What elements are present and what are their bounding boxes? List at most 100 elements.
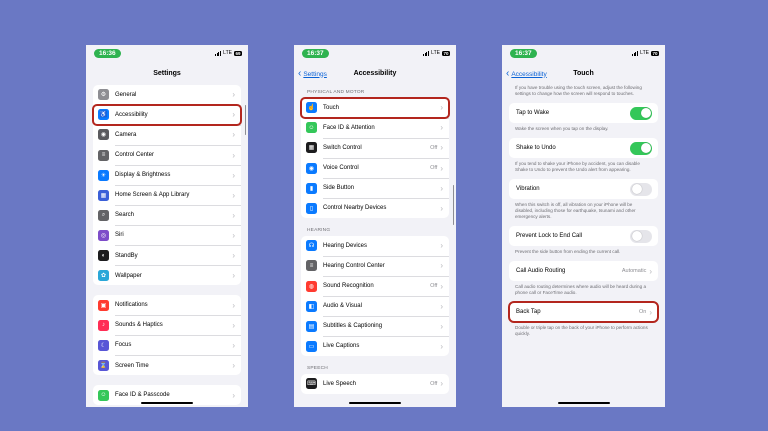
row-general[interactable]: ⚙ General › [93,85,241,105]
chevron-right-icon: › [440,203,443,213]
touch-icon: ☝ [306,102,317,114]
row-label: Back Tap [516,309,541,315]
nav-bar: Settings [86,63,248,85]
row-prevent-lock-to-end-call[interactable]: Prevent Lock to End Call [509,226,658,246]
status-time: 16:37 [510,49,537,58]
row-label: Voice Control [323,165,359,172]
row-label: Accessibility [115,111,148,118]
row-label: Hearing Devices [323,242,368,249]
row-label: Subtitles & Captioning [323,323,383,330]
row-label: Display & Brightness [115,172,171,179]
status-bar: 16:37 LTE 70 [294,45,456,63]
row-label: Screen Time [115,362,149,369]
scrollbar[interactable] [452,185,454,225]
row-back-tap[interactable]: Back Tap On › [508,301,659,323]
row-control-nearby-devices[interactable]: ▯ Control Nearby Devices › [301,198,449,218]
chevron-right-icon: › [232,150,235,160]
chevron-right-icon: › [440,321,443,331]
row-standby[interactable]: ◐ StandBy › [93,246,241,266]
row-side-button[interactable]: ▮ Side Button › [301,178,449,198]
chevron-right-icon: › [232,300,235,310]
page-title: Settings [153,70,181,77]
row-value: Off [430,380,438,387]
row-sounds-and-haptics[interactable]: ♪ Sounds & Haptics › [93,316,241,336]
row-label: Call Audio Routing [516,268,566,274]
row-label: Shake to Undo [516,145,556,151]
focus-icon: ☾ [98,339,109,351]
face-id-icon: ☺ [98,389,109,401]
wallpaper-icon: ✿ [98,270,109,282]
row-voice-control[interactable]: ◉ Voice Control Off › [301,158,449,178]
row-hearing-devices[interactable]: ☊ Hearing Devices › [301,236,449,256]
row-face-id-and-attention[interactable]: ☺ Face ID & Attention › [301,118,449,138]
row-label: General [115,91,137,98]
row-call-audio-routing[interactable]: Call Audio Routing Automatic › [509,261,658,281]
row-audio-and-visual[interactable]: ◧ Audio & Visual › [301,296,449,316]
hearing-devices-icon: ☊ [306,240,317,252]
row-live-captions[interactable]: ▭ Live Captions › [301,337,449,357]
row-shake-to-undo[interactable]: Shake to Undo [509,138,658,158]
row-hearing-control-center[interactable]: ≡ Hearing Control Center › [301,256,449,276]
row-display-and-brightness[interactable]: ☀ Display & Brightness › [93,165,241,185]
row-value: Automatic [621,268,647,274]
row-notifications[interactable]: ▣ Notifications › [93,295,241,315]
row-label: Tap to Wake [516,110,550,116]
page-title: Accessibility [353,70,397,77]
row-touch[interactable]: ☝ Touch › [300,97,450,119]
section-header: HEARING [307,228,331,234]
chevron-right-icon: › [440,241,443,251]
row-screen-time[interactable]: ⌛ Screen Time › [93,356,241,376]
row-label: Audio & Visual [323,303,362,310]
row-label: Live Speech [323,380,357,387]
toggle-switch[interactable] [630,182,652,196]
row-footnote: Wake the screen when you tap on the disp… [515,126,609,131]
chevron-right-icon: › [440,379,443,389]
chevron-right-icon: › [232,130,235,140]
status-bar: 16:37 LTE 70 [502,45,665,63]
toggle-switch[interactable] [630,106,652,120]
row-label: Notifications [115,302,148,309]
settings-group: ⚙ General › ♿ Accessibility › ◉ Camera › ≡ Control… [92,85,242,286]
row-sound-recognition[interactable]: ◍ Sound Recognition Off › [301,276,449,296]
row-search[interactable]: ⌕ Search › [93,206,241,226]
home-screen-icon: ▦ [98,189,109,201]
row-subtitles-and-captioning[interactable]: ▤ Subtitles & Captioning › [301,316,449,336]
chevron-right-icon: › [232,361,235,371]
row-accessibility[interactable]: ♿ Accessibility › [92,104,242,126]
audio-visual-icon: ◧ [306,300,317,312]
toggle-switch[interactable] [630,229,652,243]
row-tap-to-wake[interactable]: Tap to Wake [509,103,658,123]
row-live-speech[interactable]: ⌨ Live Speech Off › [301,374,449,394]
chevron-right-icon: › [649,266,652,276]
row-label: Search [115,212,135,219]
toggle-switch[interactable] [630,141,652,155]
row-label: Touch [323,104,340,111]
row-wallpaper[interactable]: ✿ Wallpaper › [93,266,241,286]
row-home-screen-and-app-library[interactable]: ▦ Home Screen & App Library › [93,185,241,205]
standby-icon: ◐ [98,250,109,262]
notifications-icon: ▣ [98,299,109,311]
network-type: LTE [640,50,649,56]
row-label: Sounds & Haptics [115,322,163,329]
touch-screen: 16:37 LTE 70 ‹ Accessibility Touch If you… [502,45,665,407]
scrollbar[interactable] [244,105,246,135]
search-icon: ⌕ [98,209,109,221]
nearby-devices-icon: ▯ [306,202,317,214]
settings-group: ⌨ Live Speech Off › [301,374,449,394]
signal-indicator: LTE 69 [214,50,242,56]
cell-signal-icon [422,50,430,56]
home-indicator [349,402,401,404]
row-switch-control[interactable]: ▦ Switch Control Off › [301,138,449,158]
chevron-right-icon: › [440,281,443,291]
nav-bar: ‹ Accessibility Touch [502,63,665,85]
row-camera[interactable]: ◉ Camera › [93,125,241,145]
row-footnote: Double or triple tap on the back of your… [515,325,648,336]
gear-icon: ⚙ [98,89,109,101]
row-vibration[interactable]: Vibration [509,179,658,199]
row-value: On [638,309,647,315]
row-siri[interactable]: ◎ Siri › [93,226,241,246]
row-value: Off [430,165,438,172]
row-control-center[interactable]: ≡ Control Center › [93,145,241,165]
row-focus[interactable]: ☾ Focus › [93,336,241,356]
accessibility-icon: ♿ [98,109,109,121]
